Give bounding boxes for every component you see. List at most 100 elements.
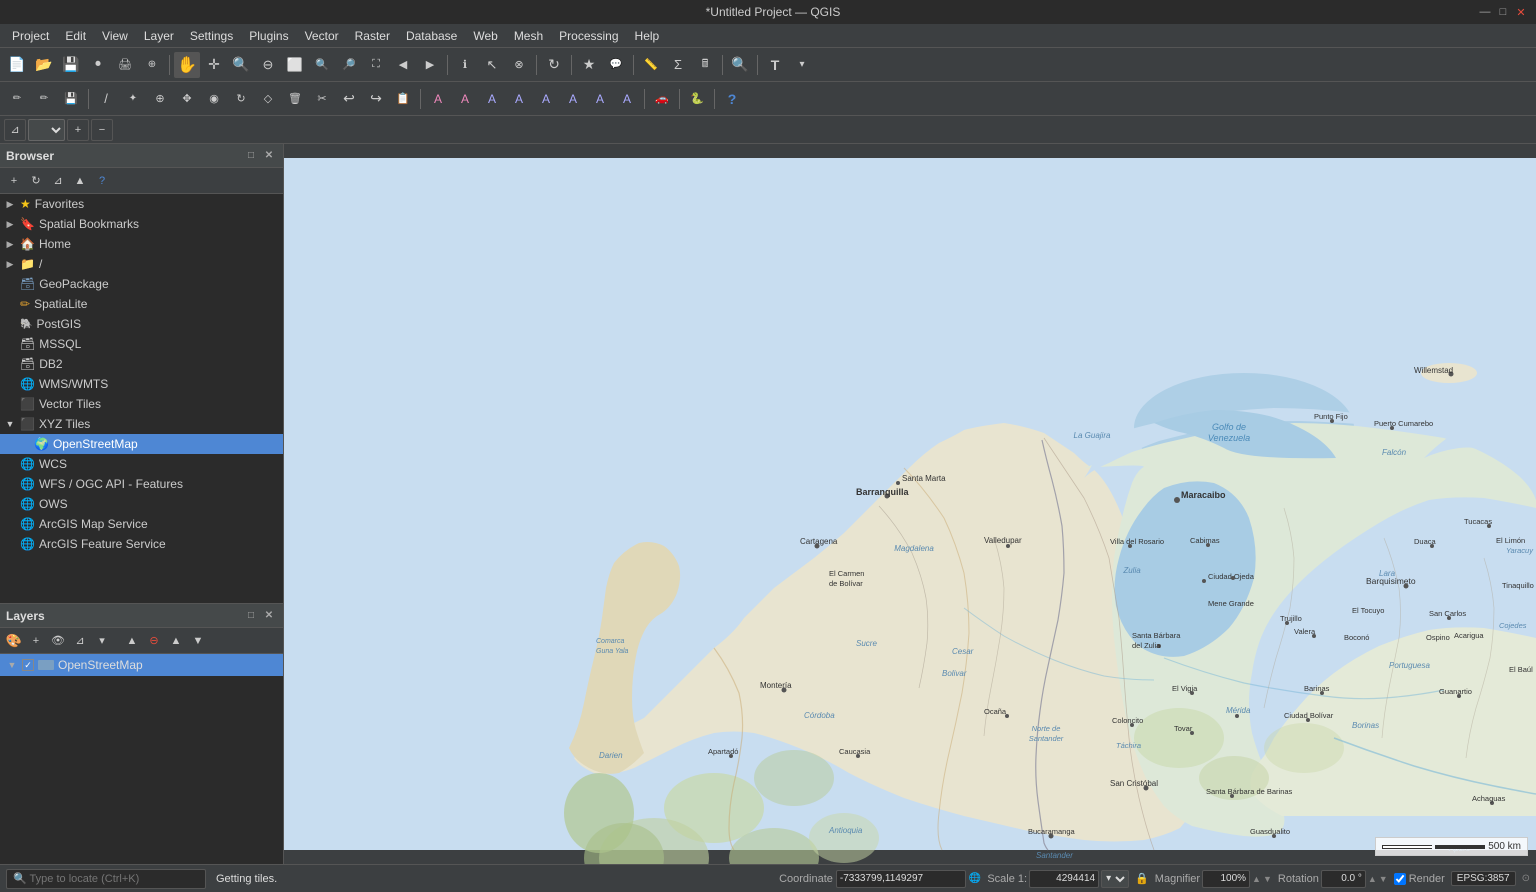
python-button[interactable]: 🐍: [684, 86, 710, 112]
browser-item-xyz-tiles[interactable]: ▼ ⬛ XYZ Tiles: [0, 414, 283, 434]
menu-processing[interactable]: Processing: [551, 27, 626, 45]
zoom-layer-button[interactable]: 🔎: [336, 52, 362, 78]
measure-button[interactable]: 📏: [638, 52, 664, 78]
add-feature-button[interactable]: ⊕: [147, 86, 173, 112]
toggle-edit-button[interactable]: ✏: [31, 86, 57, 112]
layers-close-button[interactable]: ✕: [261, 608, 277, 624]
pin-label-button[interactable]: A: [452, 86, 478, 112]
browser-item-root[interactable]: ▶ 📁 /: [0, 254, 283, 274]
browser-item-wms-wmts[interactable]: 🌐 WMS/WMTS: [0, 374, 283, 394]
simplify-button[interactable]: ◇: [255, 86, 281, 112]
location-dropdown[interactable]: ⊿: [4, 119, 26, 141]
current-edits-button[interactable]: ✏: [4, 86, 30, 112]
browser-item-spatial-bookmarks[interactable]: ▶ 🔖 Spatial Bookmarks: [0, 214, 283, 234]
label-tool6-button[interactable]: A: [587, 86, 613, 112]
collapse-browser-button[interactable]: ▲: [70, 171, 90, 191]
refresh-browser-button[interactable]: ↻: [26, 171, 46, 191]
next-extent-button[interactable]: ▶: [417, 52, 443, 78]
calculator-button[interactable]: 🖩: [692, 52, 718, 78]
epsg-button[interactable]: EPSG:3857: [1451, 871, 1516, 886]
redo-button[interactable]: ↪: [363, 86, 389, 112]
menu-help[interactable]: Help: [627, 27, 668, 45]
menu-project[interactable]: Project: [4, 27, 57, 45]
find-button[interactable]: 🔍: [727, 52, 753, 78]
label-tool5-button[interactable]: A: [560, 86, 586, 112]
map-area[interactable]: Golfo de Venezuela La Guajira Santa Mart…: [284, 144, 1536, 864]
show-all-button[interactable]: 👁: [48, 631, 68, 651]
filter-layers-button[interactable]: ⊿: [70, 631, 90, 651]
deselect-button[interactable]: ⊗: [506, 52, 532, 78]
zoom-out-loc-button[interactable]: −: [91, 119, 113, 141]
more-button[interactable]: ▾: [789, 52, 815, 78]
browser-close-button[interactable]: ✕: [261, 148, 277, 164]
help-browser-button[interactable]: ?: [92, 171, 112, 191]
rubber-band-button[interactable]: ⬜: [282, 52, 308, 78]
add-layer-button[interactable]: ⊕: [139, 52, 165, 78]
node-tool-button[interactable]: ◉: [201, 86, 227, 112]
coordinate-input[interactable]: [836, 870, 966, 888]
menu-web[interactable]: Web: [465, 27, 505, 45]
help-button[interactable]: ?: [719, 86, 745, 112]
collapse-all-button[interactable]: ▲: [122, 631, 142, 651]
browser-float-button[interactable]: □: [243, 148, 259, 164]
browser-item-arcgis-feature[interactable]: 🌐 ArcGIS Feature Service: [0, 534, 283, 554]
magnifier-down-icon[interactable]: ▼: [1263, 874, 1272, 884]
move-layer-down-button[interactable]: ▼: [188, 631, 208, 651]
menu-edit[interactable]: Edit: [57, 27, 94, 45]
menu-database[interactable]: Database: [398, 27, 465, 45]
zoom-full-1-button[interactable]: 🔍: [309, 52, 335, 78]
scale-select[interactable]: ▾: [1101, 870, 1129, 888]
minimize-button[interactable]: —: [1478, 5, 1492, 19]
layer-styling-button[interactable]: 🎨: [4, 631, 24, 651]
select-button[interactable]: ↖: [479, 52, 505, 78]
menu-plugins[interactable]: Plugins: [241, 27, 296, 45]
filter-browser-button[interactable]: ⊿: [48, 171, 68, 191]
browser-item-postgis[interactable]: 🐘 PostGIS: [0, 314, 283, 334]
open-button[interactable]: 📂: [31, 52, 57, 78]
text-annotation-button[interactable]: T: [762, 52, 788, 78]
add-layer-btn[interactable]: +: [26, 631, 46, 651]
location-type-select[interactable]: =: [28, 119, 65, 141]
show-tips-button[interactable]: 💬: [603, 52, 629, 78]
browser-item-openstreetmap[interactable]: 🌍 OpenStreetMap: [0, 434, 283, 454]
refresh-button[interactable]: ↻: [541, 52, 567, 78]
scale-input[interactable]: [1029, 870, 1099, 888]
statistics-button[interactable]: Σ: [665, 52, 691, 78]
browser-item-home[interactable]: ▶ 🏠 Home: [0, 234, 283, 254]
spatial-bookmark-button[interactable]: ★: [576, 52, 602, 78]
zoom-full-button[interactable]: ⛶: [363, 52, 389, 78]
maximize-button[interactable]: □: [1496, 5, 1510, 19]
move-feature-button[interactable]: ✥: [174, 86, 200, 112]
label-tool3-button[interactable]: A: [506, 86, 532, 112]
locate-input[interactable]: [6, 869, 206, 889]
rotation-up-icon[interactable]: ▲: [1368, 874, 1377, 884]
digitize-button[interactable]: /: [93, 86, 119, 112]
menu-mesh[interactable]: Mesh: [506, 27, 551, 45]
magnifier-input[interactable]: [1202, 870, 1250, 888]
identify-button[interactable]: ℹ: [452, 52, 478, 78]
undo-button[interactable]: ↩: [336, 86, 362, 112]
close-button[interactable]: ✕: [1514, 5, 1528, 19]
menu-layer[interactable]: Layer: [136, 27, 182, 45]
zoom-out-button[interactable]: ⊖: [255, 52, 281, 78]
expand-all-button[interactable]: ▾: [92, 631, 112, 651]
print-button[interactable]: 🖨: [112, 52, 138, 78]
cut-features-button[interactable]: ✂: [309, 86, 335, 112]
browser-item-db2[interactable]: 🗃 DB2: [0, 354, 283, 374]
menu-view[interactable]: View: [94, 27, 136, 45]
add-ring-button[interactable]: ✦: [120, 86, 146, 112]
browser-item-wfs[interactable]: 🌐 WFS / OGC API - Features: [0, 474, 283, 494]
rotation-input[interactable]: [1321, 870, 1366, 888]
label-tool-button[interactable]: A: [425, 86, 451, 112]
rotation-down-icon[interactable]: ▼: [1379, 874, 1388, 884]
browser-item-geopackage[interactable]: 🗃 GeoPackage: [0, 274, 283, 294]
menu-settings[interactable]: Settings: [182, 27, 241, 45]
new-button[interactable]: 📄: [4, 52, 30, 78]
remove-layer-button[interactable]: ⊖: [144, 631, 164, 651]
prev-extent-button[interactable]: ◀: [390, 52, 416, 78]
render-checkbox[interactable]: [1394, 873, 1406, 885]
delete-selected-button[interactable]: 🗑: [282, 86, 308, 112]
zoom-in-loc-button[interactable]: +: [67, 119, 89, 141]
pan-map-button[interactable]: ✛: [201, 52, 227, 78]
magnifier-up-icon[interactable]: ▲: [1252, 874, 1261, 884]
